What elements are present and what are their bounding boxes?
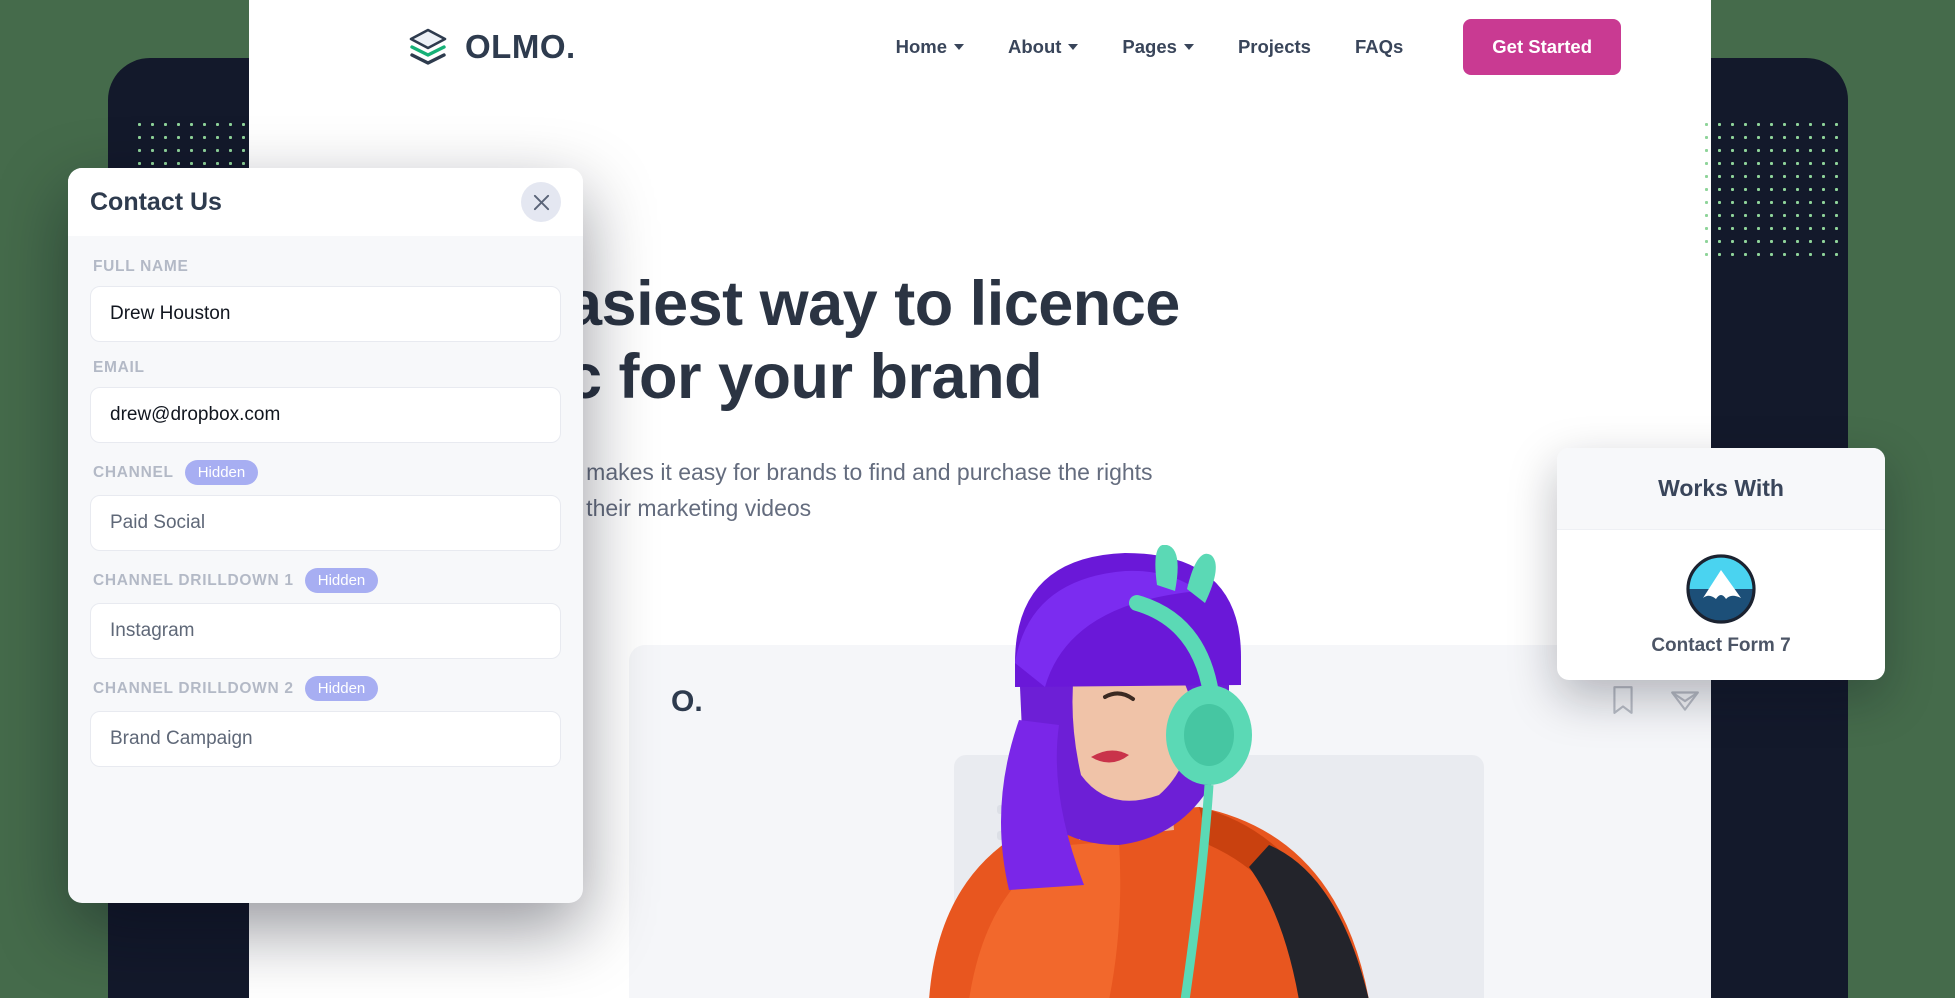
hero-title: asiest way to licence c for your brand	[567, 268, 1567, 414]
send-icon[interactable]	[1670, 685, 1700, 715]
email-input[interactable]	[90, 387, 561, 443]
brand-logo[interactable]: OLMO.	[406, 25, 576, 69]
field-channel: CHANNEL Hidden	[90, 460, 561, 551]
field-label: CHANNEL	[93, 463, 174, 481]
field-label: FULL NAME	[93, 258, 189, 275]
works-with-heading: Works With	[1658, 475, 1784, 501]
nav-label: Pages	[1122, 35, 1177, 57]
nav-item-home[interactable]: Home	[874, 36, 986, 58]
mockup-logo: O.	[671, 685, 703, 718]
chevron-down-icon	[1183, 43, 1194, 50]
layers-logo-icon	[409, 28, 447, 65]
modal-close-button[interactable]	[521, 182, 561, 222]
nav-label: Projects	[1237, 35, 1311, 57]
get-started-button[interactable]: Get Started	[1463, 18, 1621, 75]
nav-links: Home About Pages Projects FAQs Get Start…	[874, 18, 1711, 75]
nav-label: FAQs	[1354, 35, 1404, 57]
works-with-body: Contact Form 7	[1557, 530, 1885, 680]
hero-subtitle-line-1: e makes it easy for brands to find and p…	[567, 459, 1153, 485]
mockup-icon-row	[1610, 685, 1711, 715]
modal-body: FULL NAME EMAIL CHANNEL Hidden CHANNEL D…	[68, 236, 583, 767]
chevron-down-icon	[1068, 43, 1079, 50]
field-label: EMAIL	[93, 359, 145, 376]
field-full-name: FULL NAME	[90, 258, 561, 342]
hero-title-line-1: asiest way to licence	[567, 269, 1180, 339]
modal-header: Contact Us	[68, 168, 583, 236]
brand-name: OLMO.	[465, 27, 576, 65]
field-label-row: CHANNEL Hidden	[90, 460, 561, 485]
contact-form-7-logo-icon	[1686, 554, 1756, 624]
hero-title-line-2: c for your brand	[567, 342, 1043, 413]
hero-model-image	[929, 545, 1369, 998]
site-navbar: OLMO. Home About Pages Projects FAQs Get…	[249, 0, 1711, 93]
works-with-header: Works With	[1557, 448, 1885, 530]
hidden-badge: Hidden	[184, 460, 259, 485]
works-with-plugin-name: Contact Form 7	[1651, 635, 1791, 656]
hero-subtitle: e makes it easy for brands to find and p…	[567, 455, 1397, 526]
bookmark-icon[interactable]	[1610, 685, 1636, 715]
field-label: CHANNEL DRILLDOWN 2	[93, 679, 294, 697]
field-label-row: FULL NAME	[90, 258, 561, 276]
field-label: CHANNEL DRILLDOWN 1	[93, 571, 294, 589]
dot-pattern-right	[1700, 118, 1848, 266]
channel-drilldown-1-input[interactable]	[90, 603, 561, 659]
chevron-down-icon	[953, 43, 964, 50]
nav-label: About	[1007, 35, 1062, 57]
field-label-row: EMAIL	[90, 359, 561, 377]
hidden-badge: Hidden	[304, 568, 379, 593]
nav-label: Home	[895, 35, 947, 57]
modal-title: Contact Us	[90, 187, 222, 216]
close-icon	[533, 194, 549, 210]
channel-input[interactable]	[90, 495, 561, 551]
nav-item-pages[interactable]: Pages	[1100, 36, 1216, 58]
field-email: EMAIL	[90, 359, 561, 443]
contact-us-modal: Contact Us FULL NAME EMAIL CHANNEL Hidde…	[68, 168, 583, 903]
full-name-input[interactable]	[90, 286, 561, 342]
nav-item-projects[interactable]: Projects	[1216, 36, 1333, 58]
nav-item-about[interactable]: About	[986, 36, 1100, 58]
field-label-row: CHANNEL DRILLDOWN 2 Hidden	[90, 676, 561, 701]
hero-subtitle-line-2: n their marketing videos	[567, 494, 812, 521]
works-with-card: Works With Contact Form 7	[1557, 448, 1885, 680]
channel-drilldown-2-input[interactable]	[90, 711, 561, 767]
field-label-row: CHANNEL DRILLDOWN 1 Hidden	[90, 568, 561, 593]
nav-item-faqs[interactable]: FAQs	[1333, 36, 1425, 58]
field-channel-drilldown-1: CHANNEL DRILLDOWN 1 Hidden	[90, 568, 561, 659]
hidden-badge: Hidden	[304, 676, 379, 701]
field-channel-drilldown-2: CHANNEL DRILLDOWN 2 Hidden	[90, 676, 561, 767]
